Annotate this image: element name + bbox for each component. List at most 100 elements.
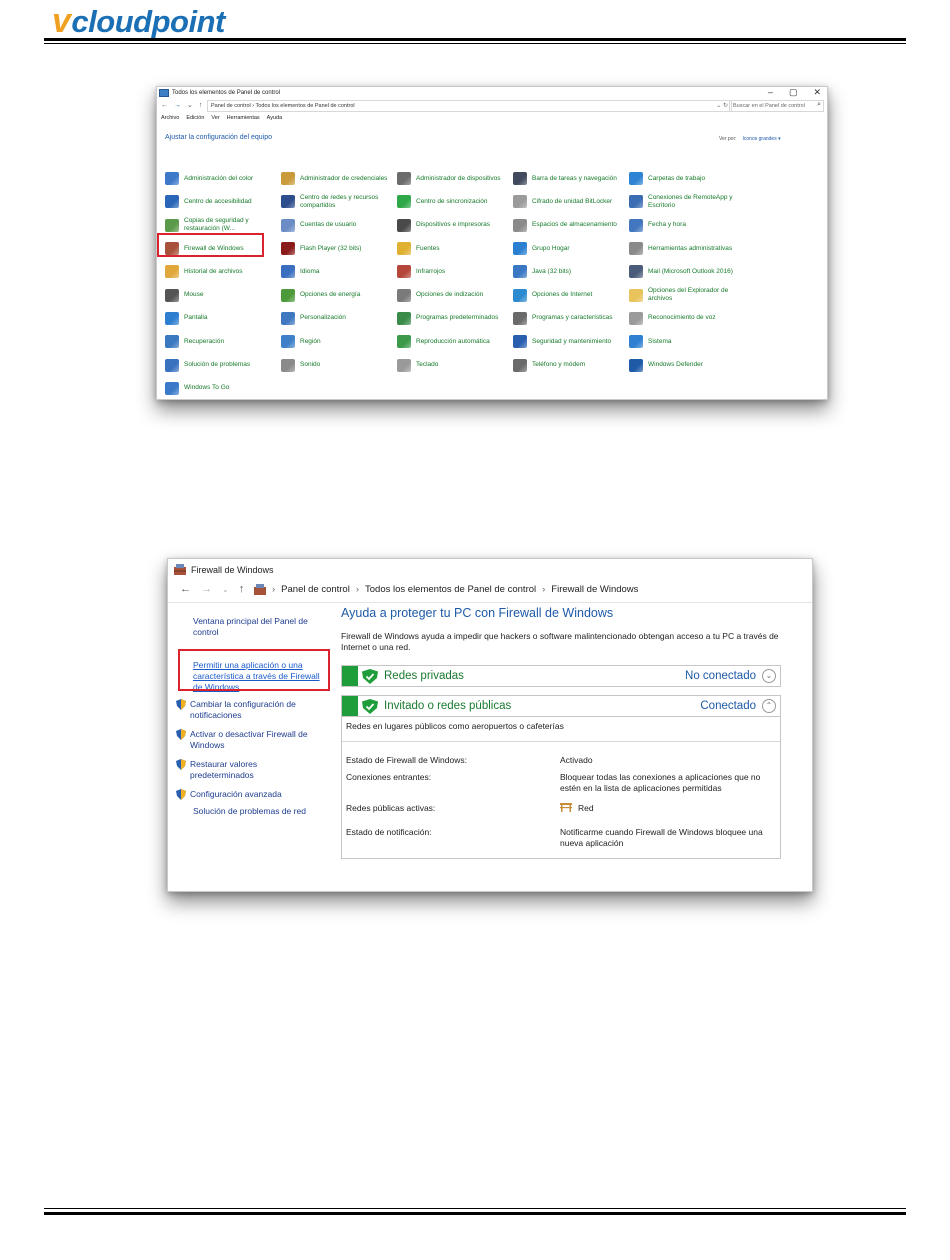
private-networks-header[interactable]: Redes privadas No conectado ⌄	[341, 665, 781, 687]
cp-item-label: Recuperación	[184, 337, 225, 345]
cp-item[interactable]: Grupo Hogar	[513, 237, 629, 260]
crumb-todos-los-elementos[interactable]: Todos los elementos de Panel de control	[365, 584, 536, 595]
maximize-button[interactable]: ▢	[789, 87, 798, 98]
cp-item[interactable]: Fecha y hora	[629, 214, 745, 237]
menu-ver[interactable]: Ver	[211, 115, 219, 121]
cp-item[interactable]: Opciones de indización	[397, 283, 513, 306]
crumb-panel-de-control[interactable]: Panel de control	[281, 584, 350, 595]
cp-item[interactable]: Centro de redes y recursos compartidos	[281, 190, 397, 213]
forward-arrow-icon[interactable]: →	[201, 583, 212, 595]
view-by-label: Ver por:	[719, 136, 737, 142]
cp-item[interactable]: Opciones del Explorador de archivos	[629, 283, 745, 306]
cp-item[interactable]: Programas predeterminados	[397, 307, 513, 330]
chevron-up-icon[interactable]: ⌃	[762, 699, 776, 713]
cp-item-label: Historial de archivos	[184, 267, 243, 275]
cp-item[interactable]: Windows Defender	[629, 353, 745, 376]
cp-item[interactable]: Administrador de dispositivos	[397, 167, 513, 190]
cp-item[interactable]: Mouse	[165, 283, 281, 306]
cp-item[interactable]: Seguridad y mantenimiento	[513, 330, 629, 353]
cp-item[interactable]: Infrarrojos	[397, 260, 513, 283]
cp-item[interactable]: Teclado	[397, 353, 513, 376]
cp-item[interactable]: Solución de problemas	[165, 353, 281, 376]
cp-item[interactable]: Centro de accesibilidad	[165, 190, 281, 213]
cp-address-bar[interactable]: Panel de control › Todos los elementos d…	[207, 100, 732, 112]
cp-item[interactable]: Administración del color	[165, 167, 281, 190]
cp-item[interactable]: Sonido	[281, 353, 397, 376]
cp-item[interactable]: Herramientas administrativas	[629, 237, 745, 260]
network-status-bar	[342, 666, 358, 686]
cp-item-label: Opciones de energía	[300, 291, 361, 299]
chevron-down-icon[interactable]: ⌄	[762, 669, 776, 683]
side-link-main-panel[interactable]: Ventana principal del Panel de control	[193, 616, 323, 638]
cp-item[interactable]: Espacios de almacenamiento	[513, 214, 629, 237]
cp-item[interactable]: Administrador de credenciales	[281, 167, 397, 190]
side-link-change-notifications[interactable]: Cambiar la configuración de notificacion…	[176, 699, 323, 721]
breadcrumb-separator: ›	[272, 584, 276, 595]
cp-item-icon	[397, 358, 411, 372]
side-link-troubleshoot[interactable]: Solución de problemas de red	[193, 806, 323, 817]
minimize-button[interactable]: –	[768, 87, 773, 98]
breadcrumb-separator: ›	[542, 584, 546, 595]
view-by-dropdown[interactable]: Iconos grandes ▾	[743, 136, 781, 142]
cp-item[interactable]: Dispositivos e impresoras	[397, 214, 513, 237]
recent-dropdown-icon[interactable]: ⌄	[187, 101, 193, 109]
cp-item[interactable]: Reproducción automática	[397, 330, 513, 353]
cp-item-icon	[513, 195, 527, 209]
cp-item[interactable]: Java (32 bits)	[513, 260, 629, 283]
cp-item[interactable]: Cuentas de usuario	[281, 214, 397, 237]
uac-shield-icon	[176, 729, 186, 740]
cp-item[interactable]: Flash Player (32 bits)	[281, 237, 397, 260]
crumb-firewall[interactable]: Firewall de Windows	[551, 584, 638, 595]
cp-item[interactable]: Centro de sincronización	[397, 190, 513, 213]
cp-item[interactable]: Windows To Go	[165, 377, 281, 399]
public-networks-header[interactable]: Invitado o redes públicas Conectado ⌃	[341, 695, 781, 717]
up-arrow-icon[interactable]: ↑	[199, 102, 203, 109]
refresh-icon[interactable]: ⌄ ↻	[716, 101, 728, 111]
public-networks-details: Redes en lugares públicos como aeropuert…	[341, 717, 781, 859]
side-link-advanced[interactable]: Configuración avanzada	[176, 789, 323, 800]
cp-item-icon	[513, 311, 527, 325]
side-change-notif-label: Cambiar la configuración de notificacion…	[190, 699, 296, 720]
cp-search-input[interactable]: Buscar en el Panel de control ⌕	[729, 100, 824, 112]
side-link-toggle-firewall[interactable]: Activar o desactivar Firewall de Windows	[176, 729, 323, 751]
cp-item[interactable]: Recuperación	[165, 330, 281, 353]
cp-item-icon	[397, 172, 411, 186]
close-button[interactable]: ✕	[813, 87, 821, 98]
cp-item[interactable]: Opciones de energía	[281, 283, 397, 306]
cp-item[interactable]: Sistema	[629, 330, 745, 353]
recent-dropdown-icon[interactable]: ⌄	[222, 585, 229, 594]
cp-item[interactable]: Opciones de Internet	[513, 283, 629, 306]
cp-item[interactable]: Mail (Microsoft Outlook 2016)	[629, 260, 745, 283]
cp-item-label: Dispositivos e impresoras	[416, 221, 491, 229]
cp-item[interactable]: Personalización	[281, 307, 397, 330]
cp-item[interactable]: Teléfono y módem	[513, 353, 629, 376]
cp-item[interactable]: Carpetas de trabajo	[629, 167, 745, 190]
back-arrow-icon[interactable]: ←	[180, 583, 191, 595]
back-arrow-icon[interactable]: ←	[161, 102, 168, 109]
cp-item-icon	[281, 311, 295, 325]
menu-herramientas[interactable]: Herramientas	[227, 115, 260, 121]
cp-item[interactable]: Región	[281, 330, 397, 353]
cp-item[interactable]: Reconocimiento de voz	[629, 307, 745, 330]
cp-item[interactable]: Fuentes	[397, 237, 513, 260]
side-link-restore-defaults[interactable]: Restaurar valores predeterminados	[176, 759, 323, 781]
cp-item[interactable]: Cifrado de unidad BitLocker	[513, 190, 629, 213]
cp-item[interactable]: Programas y características	[513, 307, 629, 330]
forward-arrow-icon[interactable]: →	[174, 102, 181, 109]
fw-window-title: Firewall de Windows	[191, 564, 274, 575]
menu-edicion[interactable]: Edición	[186, 115, 204, 121]
cp-item-icon	[513, 358, 527, 372]
menu-archivo[interactable]: Archivo	[161, 115, 179, 121]
control-panel-screenshot: Todos los elementos de Panel de control …	[156, 86, 828, 400]
cp-item[interactable]: Historial de archivos	[165, 260, 281, 283]
search-icon[interactable]: ⌕	[817, 100, 821, 110]
menu-ayuda[interactable]: Ayuda	[267, 115, 283, 121]
cp-item[interactable]: Idioma	[281, 260, 397, 283]
cp-item[interactable]: Conexiones de RemoteApp y Escritorio	[629, 190, 745, 213]
cp-item[interactable]: Pantalla	[165, 307, 281, 330]
cp-item-icon	[629, 218, 643, 232]
cp-item-icon	[513, 265, 527, 279]
cp-item[interactable]: Barra de tareas y navegación	[513, 167, 629, 190]
fw-description: Firewall de Windows ayuda a impedir que …	[341, 631, 779, 652]
up-arrow-icon[interactable]: ↑	[239, 583, 245, 595]
